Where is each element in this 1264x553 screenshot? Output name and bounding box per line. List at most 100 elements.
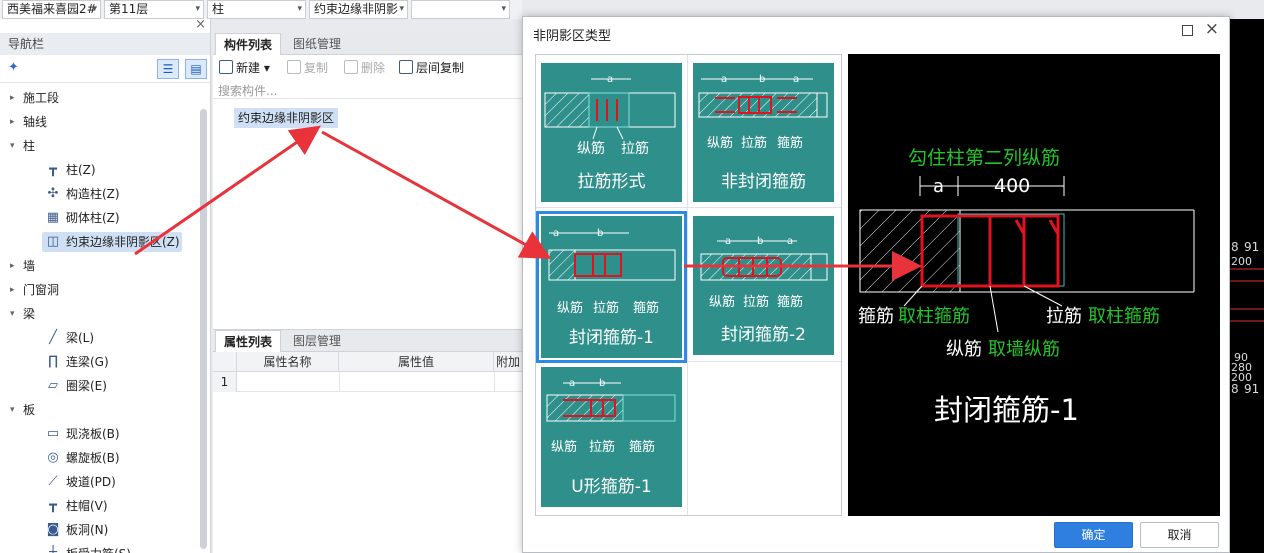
tile-open-stirrup[interactable]: a b a 纵筋 拉筋 箍筋 非封闭箍筋 <box>693 63 834 202</box>
preview-longitudinal: 纵筋 <box>946 339 982 360</box>
grid-divider <box>536 361 841 362</box>
chevron-down-icon[interactable]: ▾ <box>10 134 15 158</box>
tree-group[interactable]: ▸ 墙 <box>0 254 200 278</box>
detail-view-icon[interactable]: ▤ <box>185 59 207 79</box>
tree-group[interactable]: ▸ 门窗洞 <box>0 278 200 302</box>
cad-drawing: 8 91 200 90 280 200 8 91 <box>1230 240 1264 396</box>
cancel-button[interactable]: 取消 <box>1140 522 1219 548</box>
table-row[interactable]: 1 <box>213 372 522 392</box>
row-number-header <box>213 352 237 372</box>
type-preview: 勾住柱第二列纵筋 a 400 箍筋 取柱箍筋 拉筋 取柱箍筋 纵筋 取墙纵筋 封… <box>848 54 1220 516</box>
tile-label: 非封闭箍筋 <box>721 172 806 192</box>
tree-item[interactable]: ▭ 现浇板(B) <box>0 422 200 446</box>
tree-item[interactable]: ╱ 梁(L) <box>0 326 200 350</box>
cell-divider <box>494 372 495 392</box>
tree-item-label: 柱 <box>23 139 36 153</box>
maximize-icon[interactable] <box>1182 25 1193 36</box>
tab-layer-management[interactable]: 图层管理 <box>285 330 349 352</box>
tile-tie-form[interactable]: a 纵筋 拉筋 拉筋形式 <box>541 63 682 202</box>
tree-item[interactable]: ◫ 约束边缘非阴影区(Z) <box>0 230 200 254</box>
chevron-right-icon[interactable]: ▸ <box>10 254 15 278</box>
tie-form-diagram: a 纵筋 拉筋 <box>544 74 676 157</box>
category-dropdown[interactable]: 柱 ▾ <box>207 0 306 19</box>
ok-button[interactable]: 确定 <box>1054 522 1133 548</box>
chevron-down-icon: ▾ <box>297 4 302 14</box>
chevron-right-icon[interactable]: ▸ <box>10 278 15 302</box>
component-search[interactable]: 搜索构件... <box>213 81 522 99</box>
floor-copy-button-label: 层间复制 <box>416 61 465 75</box>
delete-button[interactable]: 删除 <box>344 59 385 77</box>
tree-item[interactable]: ✣ 构造柱(Z) <box>0 182 200 206</box>
tree-item[interactable]: ◎ 螺旋板(B) <box>0 446 200 470</box>
tile-closed-stirrup-1[interactable]: a b 纵筋 拉筋 箍筋 封闭箍筋-1 <box>536 211 687 363</box>
chevron-down-icon: ▾ <box>399 4 404 14</box>
new-button-label: 新建 <box>236 61 261 75</box>
tab-property-list[interactable]: 属性列表 <box>215 330 282 352</box>
new-button[interactable]: 新建 ▾ <box>219 59 270 77</box>
chevron-right-icon[interactable]: ▸ <box>10 86 15 110</box>
tree-item-label: 圈梁(E) <box>66 379 107 393</box>
delete-button-label: 删除 <box>361 61 386 75</box>
component-item[interactable]: 约束边缘非阴影区 <box>234 108 339 128</box>
coupling-beam-icon: ∏ <box>48 354 58 369</box>
tab-component-list[interactable]: 构件列表 <box>215 33 282 55</box>
cad-canvas-strip[interactable]: 8 91 200 90 280 200 8 91 <box>1230 19 1264 553</box>
new-icon <box>219 60 233 74</box>
dialog-title: 非阴影区类型 <box>533 29 612 44</box>
slab-rebar-icon: ╪ <box>45 546 61 553</box>
tab-drawing-management[interactable]: 图纸管理 <box>285 33 349 55</box>
grid-divider <box>536 207 841 208</box>
tree-group[interactable]: ▾ 柱 <box>0 134 200 158</box>
masonry-column-icon: ▦ <box>46 210 60 225</box>
list-view-icon[interactable]: ☰ <box>157 59 179 79</box>
property-grid-header: 属性名称 属性值 附加 <box>213 352 522 372</box>
chevron-down-icon: ▾ <box>195 4 200 14</box>
floor-copy-button[interactable]: 层间复制 <box>399 59 464 77</box>
copy-button[interactable]: 复制 <box>287 59 328 77</box>
floor-dropdown[interactable]: 第11层 ▾ <box>104 0 204 19</box>
tree-item[interactable]: ╪ 板受力筋(S) <box>0 542 200 553</box>
tree-item[interactable]: ∏ 连梁(G) <box>0 350 200 374</box>
tile-label: 封闭箍筋-2 <box>721 325 806 345</box>
tree-group[interactable]: ▾ 梁 <box>0 302 200 326</box>
close-icon[interactable]: × <box>1205 19 1219 39</box>
closed-stirrup-1-diagram: a b 纵筋 拉筋 箍筋 <box>548 228 676 316</box>
tree-item[interactable]: ◙ 板洞(N) <box>0 518 200 542</box>
chevron-down-icon[interactable]: ▾ <box>10 302 15 326</box>
chevron-down-icon[interactable]: ▾ <box>10 398 15 422</box>
tile-annotation: 拉筋 <box>589 439 615 455</box>
tree-group[interactable]: ▸ 轴线 <box>0 110 200 134</box>
tile-label: 封闭箍筋-1 <box>569 328 654 348</box>
tile-u-stirrup-1[interactable]: a b 纵筋 拉筋 箍筋 U形箍筋-1 <box>541 367 682 507</box>
tree-item[interactable]: ┳ 柱(Z) <box>0 158 200 182</box>
component-dropdown[interactable]: ▾ <box>411 0 510 19</box>
tree-group[interactable]: ▾ 板 <box>0 398 200 422</box>
tile-annotation: 纵筋 <box>557 300 583 316</box>
sparkle-icon[interactable]: ✦ <box>8 60 19 75</box>
tree-item[interactable]: ⟋ 坡道(PD) <box>0 470 200 494</box>
tile-closed-stirrup-2[interactable]: a b a 纵筋 拉筋 箍筋 封闭箍筋-2 <box>693 216 834 355</box>
copy-icon <box>287 60 301 74</box>
tree-item-label: 柱帽(V) <box>66 499 108 513</box>
tile-label: U形箍筋-1 <box>571 477 652 497</box>
slab-hole-icon: ◙ <box>46 522 60 537</box>
tile-annotation: 箍筋 <box>777 294 803 310</box>
column-property-value[interactable]: 属性值 <box>339 352 494 372</box>
chevron-right-icon[interactable]: ▸ <box>10 110 15 134</box>
cad-label: 8 <box>1231 382 1239 396</box>
tile-label: 拉筋形式 <box>577 172 646 192</box>
navigator-scrollbar[interactable] <box>200 109 207 549</box>
tree-group[interactable]: ▸ 施工段 <box>0 86 200 110</box>
preview-stirrup: 箍筋 <box>858 306 894 327</box>
project-dropdown[interactable]: 西美福来喜园2# ▾ <box>2 0 101 19</box>
column-property-name[interactable]: 属性名称 <box>237 352 339 372</box>
component-type-dropdown[interactable]: 约束边缘非阴影 ▾ <box>309 0 408 19</box>
tree-item[interactable]: ▱ 圈梁(E) <box>0 374 200 398</box>
close-icon[interactable]: × <box>195 17 206 32</box>
closed-stirrup-2-diagram: a b a 纵筋 拉筋 箍筋 <box>700 236 828 310</box>
tree-item[interactable]: ▦ 砌体柱(Z) <box>0 206 200 230</box>
tree-item[interactable]: ┳ 柱帽(V) <box>0 494 200 518</box>
structural-column-icon: ✣ <box>47 186 59 201</box>
column-extra[interactable]: 附加 <box>494 352 522 372</box>
preview-dim-value: 400 <box>994 175 1030 197</box>
